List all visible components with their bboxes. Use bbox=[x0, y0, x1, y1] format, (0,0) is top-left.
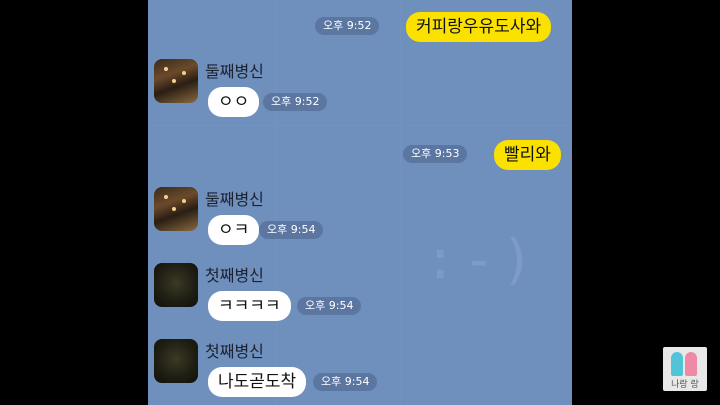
received-message-bubble[interactable]: 나도곧도착 bbox=[208, 367, 307, 397]
received-message-bubble[interactable]: ㅇㅇ bbox=[208, 87, 260, 117]
background-divider bbox=[276, 0, 277, 405]
sender-name: 둘째병신 bbox=[205, 190, 264, 209]
message-time: 오후 9:52 bbox=[263, 93, 328, 111]
sender-name: 첫째병신 bbox=[205, 266, 264, 285]
sent-message-bubble[interactable]: 빨리와 bbox=[494, 140, 561, 170]
message-time: 오후 9:54 bbox=[313, 373, 378, 391]
message-time: 오후 9:54 bbox=[259, 221, 324, 239]
person-icon bbox=[671, 352, 683, 376]
sent-message-bubble[interactable]: 커피랑우유도사와 bbox=[406, 12, 552, 42]
sender-name: 둘째병신 bbox=[205, 62, 264, 81]
sender-avatar[interactable] bbox=[154, 187, 198, 231]
message-time: 오후 9:53 bbox=[403, 145, 468, 163]
background-divider bbox=[400, 0, 401, 405]
received-message-bubble[interactable]: ㅇㅋ bbox=[208, 215, 260, 245]
channel-watermark-logo: 나랑 랑 bbox=[663, 347, 707, 391]
sender-avatar[interactable] bbox=[154, 59, 198, 103]
sender-avatar[interactable] bbox=[154, 339, 198, 383]
background-divider bbox=[148, 125, 572, 126]
sender-avatar[interactable] bbox=[154, 263, 198, 307]
chat-room: :-) 오후 9:52 커피랑우유도사와 둘째병신 ㅇㅇ 오후 9:52 오후 … bbox=[148, 0, 572, 405]
message-time: 오후 9:52 bbox=[315, 17, 380, 35]
received-message-bubble[interactable]: ㅋㅋㅋㅋ bbox=[208, 291, 291, 321]
message-time: 오후 9:54 bbox=[297, 297, 362, 315]
background-emoticon: :-) bbox=[424, 228, 540, 291]
sender-name: 첫째병신 bbox=[205, 342, 264, 361]
watermark-text: 나랑 랑 bbox=[671, 380, 699, 390]
person-icon bbox=[685, 352, 697, 376]
